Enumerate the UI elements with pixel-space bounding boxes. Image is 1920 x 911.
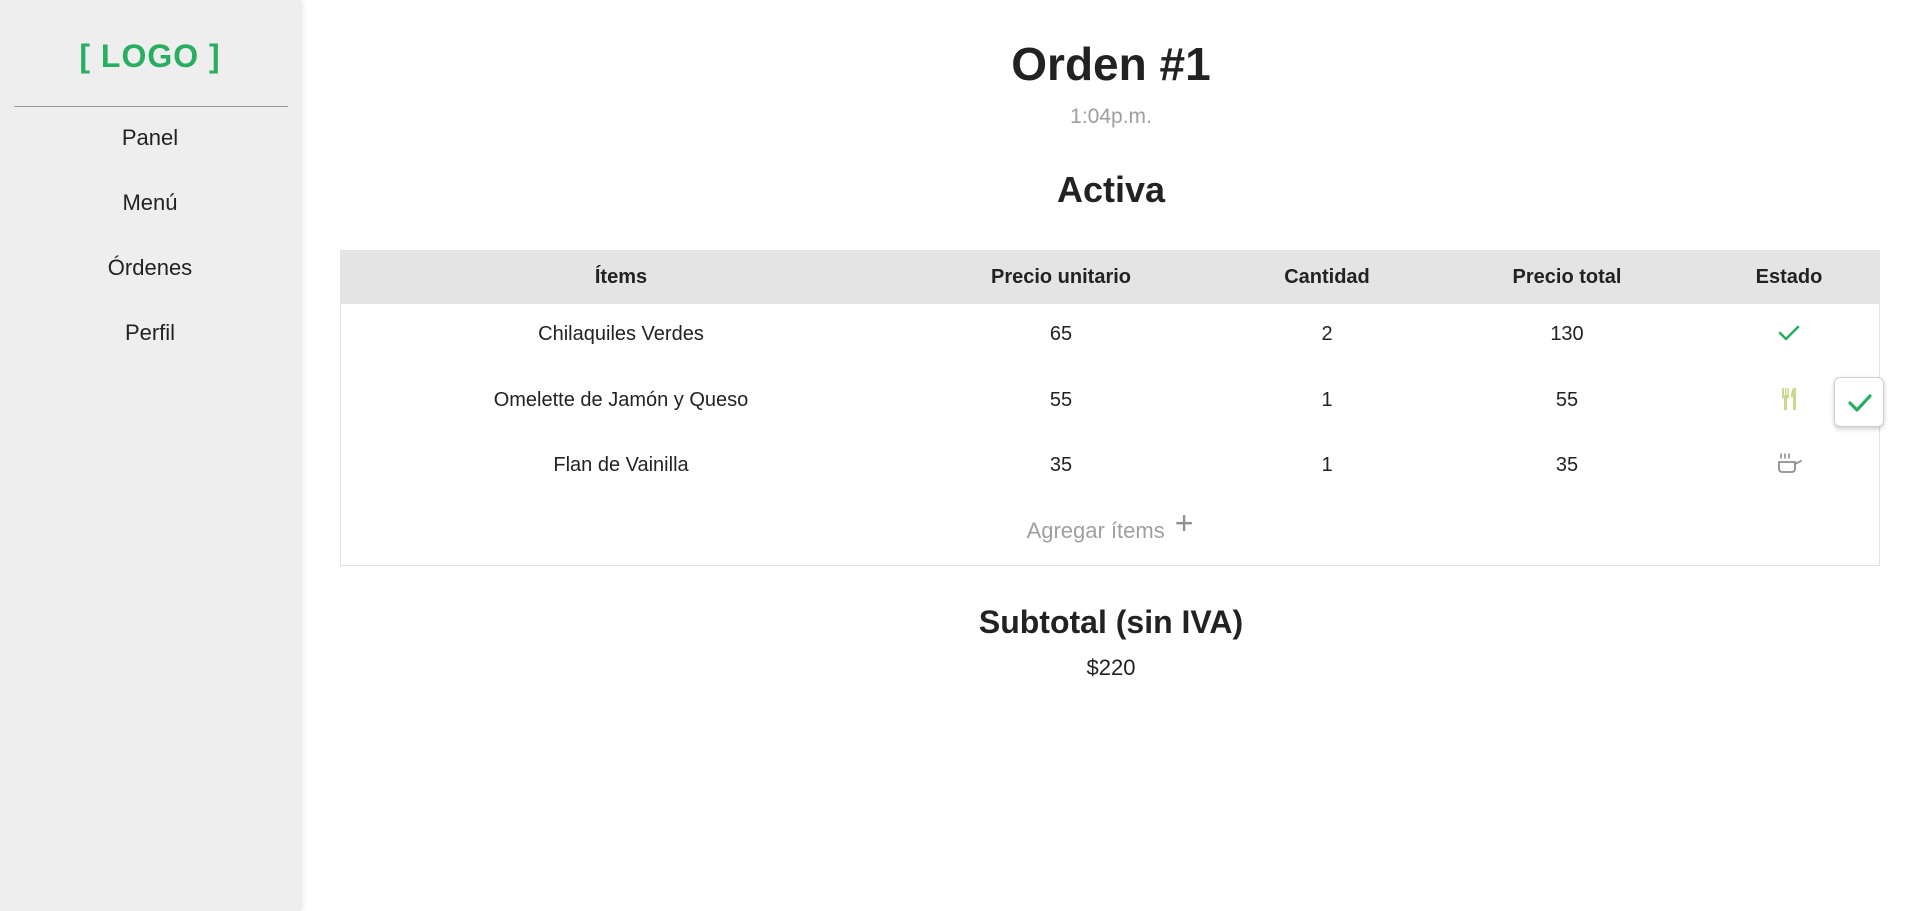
table-row: Flan de Vainilla 35 1 35 — [341, 444, 1879, 484]
header-state: Estado — [1755, 266, 1823, 288]
order-status: Activa — [1056, 169, 1166, 210]
order-time: 1:04p.m. — [1070, 105, 1152, 128]
item-total-price: 130 — [1550, 323, 1584, 345]
subtotal-value: $220 — [1086, 655, 1136, 680]
check-icon — [1848, 394, 1872, 412]
add-items-button[interactable]: Agregar ítems + — [341, 505, 1879, 544]
item-quantity: 1 — [1321, 454, 1333, 476]
table-row: Omelette de Jamón y Queso 55 1 55 — [341, 379, 1879, 419]
item-unit-price: 55 — [1049, 389, 1073, 411]
header-items: Ítems — [594, 266, 648, 288]
sidebar-item-profile[interactable]: Perfil — [0, 314, 300, 379]
page-title: Orden #1 — [1011, 38, 1211, 90]
item-total-price: 35 — [1555, 454, 1579, 476]
confirm-button[interactable] — [1834, 377, 1884, 427]
order-items-table: Ítems Precio unitario Cantidad Precio to… — [340, 250, 1880, 566]
sidebar-item-menu[interactable]: Menú — [0, 184, 300, 249]
fork-knife-icon[interactable] — [1775, 385, 1803, 413]
item-quantity: 1 — [1321, 389, 1333, 411]
table-row: Chilaquiles Verdes 65 2 130 — [341, 313, 1879, 353]
cooking-pot-icon[interactable] — [1775, 450, 1803, 478]
sidebar-divider — [14, 106, 288, 107]
header-unit-price: Precio unitario — [990, 266, 1132, 288]
item-unit-price: 35 — [1049, 454, 1073, 476]
table-header: Ítems Precio unitario Cantidad Precio to… — [341, 251, 1879, 304]
subtotal-label: Subtotal (sin IVA) — [978, 604, 1244, 640]
sidebar-nav: Panel Menú Órdenes Perfil — [0, 119, 300, 379]
sidebar-item-panel[interactable]: Panel — [0, 119, 300, 184]
item-name: Flan de Vainilla — [553, 454, 689, 476]
sidebar-item-orders[interactable]: Órdenes — [0, 249, 300, 314]
plus-icon: + — [1174, 505, 1194, 541]
app: [ LOGO ] Panel Menú Órdenes Perfil Orden… — [0, 0, 1920, 911]
check-icon[interactable] — [1775, 319, 1803, 347]
main-content: Orden #1 1:04p.m. Activa Ítems Precio un… — [302, 0, 1920, 911]
item-total-price: 55 — [1555, 389, 1579, 411]
add-items-label: Agregar ítems — [1026, 518, 1165, 543]
sidebar: [ LOGO ] Panel Menú Órdenes Perfil — [0, 0, 300, 911]
header-quantity: Cantidad — [1284, 266, 1370, 288]
header-total-price: Precio total — [1512, 266, 1622, 288]
item-name: Chilaquiles Verdes — [538, 323, 704, 345]
item-name: Omelette de Jamón y Queso — [493, 389, 749, 411]
item-quantity: 2 — [1321, 323, 1333, 345]
logo[interactable]: [ LOGO ] — [0, 38, 300, 75]
item-unit-price: 65 — [1049, 323, 1073, 345]
